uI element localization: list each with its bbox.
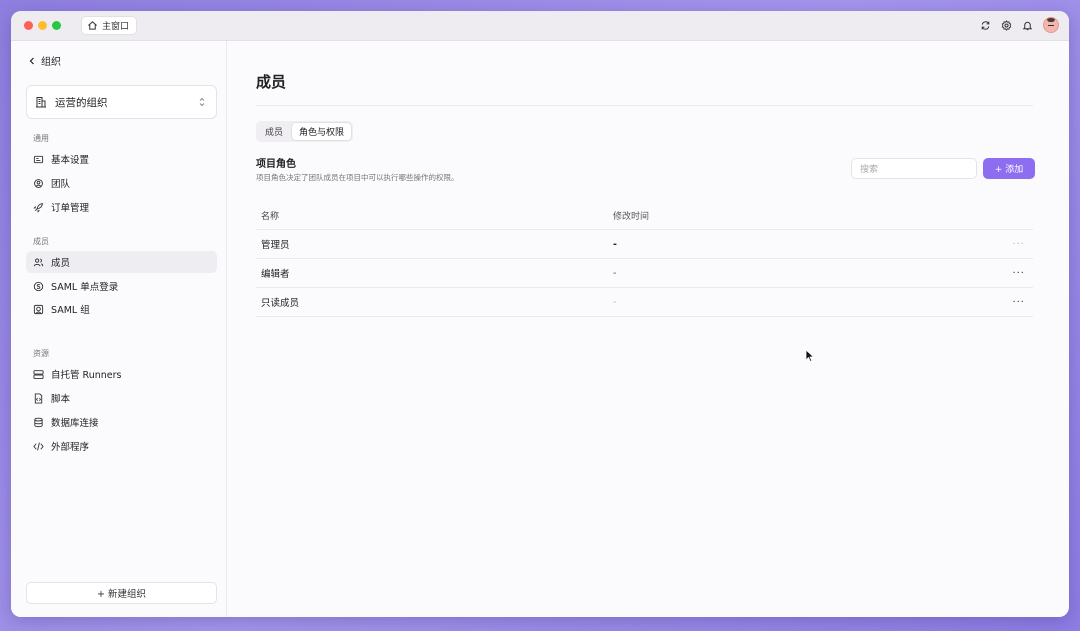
column-header-modified: 修改时间: [613, 211, 650, 222]
script-icon: [34, 392, 43, 404]
sidebar-item-label: SAML 组: [51, 305, 90, 316]
home-icon: [88, 21, 97, 30]
back-link-label: 组织: [41, 57, 61, 68]
table-row[interactable]: 只读成员 - ···: [256, 288, 1033, 317]
gear-icon[interactable]: [1001, 19, 1012, 31]
role-name: 管理员: [261, 240, 290, 251]
chevron-updown-icon: [199, 97, 205, 107]
role-modified: -: [613, 296, 617, 308]
users-icon: [33, 258, 44, 266]
close-window-button[interactable]: [24, 21, 33, 30]
roles-table: 名称 修改时间 管理员 - ··· 编辑者 - ··· 只读成员 - ···: [256, 201, 1033, 317]
sidebar-item-basic-settings[interactable]: 基本设置: [26, 148, 217, 170]
sidebar-item-self-hosted-runners[interactable]: 自托管 Runners: [26, 363, 217, 385]
bell-icon[interactable]: [1022, 20, 1033, 31]
avatar[interactable]: [1043, 17, 1059, 33]
section-label-general: 通用: [33, 134, 49, 143]
divider: [256, 105, 1033, 106]
table-header-row: 名称 修改时间: [256, 201, 1033, 230]
sync-icon[interactable]: [980, 20, 991, 31]
sidebar-item-orders[interactable]: 订单管理: [26, 196, 217, 218]
saml-group-icon: [33, 304, 44, 314]
more-options-icon[interactable]: ···: [1012, 297, 1025, 308]
tab-bar: 成员 角色与权限: [256, 121, 354, 142]
sidebar-item-team[interactable]: 团队: [26, 172, 217, 194]
search-input[interactable]: 搜索: [851, 158, 977, 179]
main-content: 成员 成员 角色与权限 项目角色 项目角色决定了团队成员在项目中可以执行哪些操作…: [227, 41, 1069, 617]
saml-icon: [33, 281, 44, 291]
add-button[interactable]: + 添加: [983, 158, 1035, 179]
back-to-organization-link[interactable]: 组织: [28, 53, 61, 68]
id-card-icon: [33, 155, 44, 163]
building-icon: [36, 97, 46, 108]
mouse-cursor-icon: [805, 349, 815, 363]
sidebar: 组织 运营的组织 通用 基本设置 团队 订单管理 成员 成员 SAML 单点登录: [11, 41, 227, 617]
sidebar-item-label: 订单管理: [51, 203, 90, 214]
page-title: 成员: [256, 73, 287, 91]
sidebar-item-external-programs[interactable]: 外部程序: [26, 435, 217, 457]
section-label-resources: 资源: [33, 349, 49, 358]
home-tab[interactable]: 主窗口: [81, 16, 138, 35]
role-name: 编辑者: [261, 269, 290, 280]
titlebar: 主窗口: [11, 11, 1069, 41]
sidebar-item-saml-group[interactable]: SAML 组: [26, 298, 217, 320]
organization-selector[interactable]: 运营的组织: [26, 85, 217, 119]
minimize-window-button[interactable]: [38, 21, 47, 30]
new-organization-button[interactable]: + 新建组织: [26, 582, 217, 604]
sidebar-item-label: 自托管 Runners: [51, 370, 122, 381]
sidebar-item-label: 数据库连接: [51, 418, 99, 429]
role-modified: -: [613, 267, 617, 279]
rocket-icon: [33, 202, 43, 213]
server-icon: [33, 369, 44, 379]
more-options-icon[interactable]: ···: [1012, 239, 1025, 250]
maximize-window-button[interactable]: [52, 21, 61, 30]
sidebar-item-database-connections[interactable]: 数据库连接: [26, 411, 217, 433]
sidebar-item-members[interactable]: 成员: [26, 251, 217, 273]
team-icon: [34, 178, 43, 188]
sidebar-item-label: 成员: [51, 258, 71, 269]
section-heading: 项目角色: [256, 159, 296, 170]
table-row[interactable]: 管理员 - ···: [256, 230, 1033, 259]
sidebar-item-label: 脚本: [51, 394, 71, 405]
tab-roles-permissions[interactable]: 角色与权限: [292, 123, 352, 140]
chevron-left-icon: [29, 57, 34, 64]
role-name: 只读成员: [261, 298, 300, 309]
sidebar-item-label: 外部程序: [51, 442, 90, 453]
sidebar-item-saml-sso[interactable]: SAML 单点登录: [26, 275, 217, 297]
database-icon: [34, 417, 43, 427]
sidebar-item-label: SAML 单点登录: [51, 282, 119, 293]
section-description: 项目角色决定了团队成员在项目中可以执行哪些操作的权限。: [256, 173, 459, 182]
sidebar-item-label: 基本设置: [51, 155, 90, 166]
sidebar-item-label: 团队: [51, 179, 71, 190]
role-modified: -: [613, 238, 617, 250]
home-tab-label: 主窗口: [102, 22, 130, 32]
more-options-icon[interactable]: ···: [1012, 268, 1025, 279]
sidebar-item-scripts[interactable]: 脚本: [26, 387, 217, 409]
section-label-members: 成员: [33, 237, 49, 246]
table-row[interactable]: 编辑者 - ···: [256, 259, 1033, 288]
column-header-name: 名称: [261, 211, 280, 222]
tab-members[interactable]: 成员: [258, 123, 290, 140]
organization-name: 运营的组织: [55, 96, 108, 109]
code-icon: [33, 442, 44, 450]
app-window: 主窗口 组织 运营的组织 通用 基本设置 团队 订单管理 成员 成员 SAML …: [11, 11, 1069, 617]
